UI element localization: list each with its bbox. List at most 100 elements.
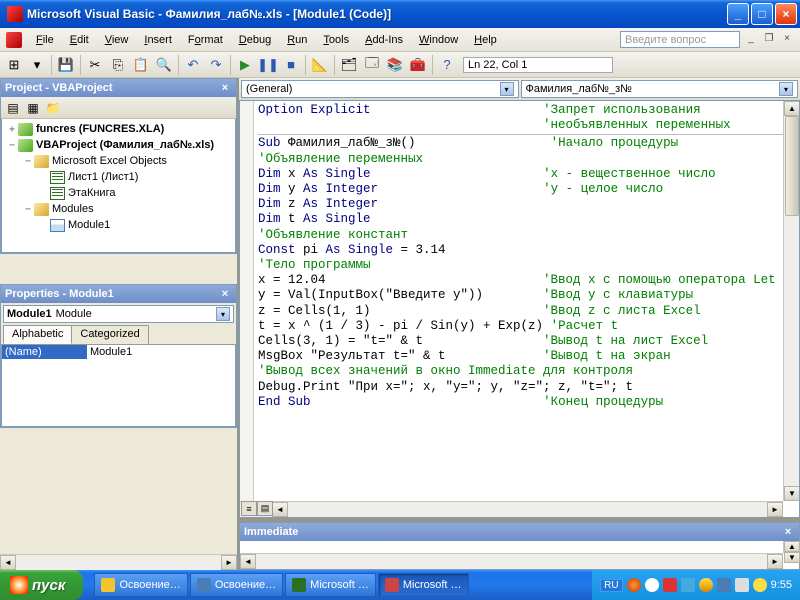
- cut-button[interactable]: ✂: [84, 54, 106, 76]
- code-line[interactable]: 'необъявленных переменных: [258, 118, 799, 133]
- menu-run[interactable]: Run: [279, 32, 315, 48]
- scroll-right-button[interactable]: ►: [221, 555, 237, 570]
- menu-format[interactable]: Format: [180, 32, 231, 48]
- menu-addins[interactable]: Add-Ins: [357, 32, 411, 48]
- paste-button[interactable]: 📋: [130, 54, 152, 76]
- minimize-button[interactable]: _: [727, 3, 749, 25]
- tree-node-vbaproject[interactable]: −VBAProject (Фамилия_лаб№.xls): [2, 137, 235, 153]
- code-line[interactable]: x = 12.04 'Ввод x с помощью оператора Le…: [258, 273, 799, 288]
- code-line[interactable]: Const pi As Single = 3.14: [258, 243, 799, 258]
- help-button[interactable]: ?: [436, 54, 458, 76]
- immediate-body[interactable]: ▲▼ ◄►: [240, 541, 799, 569]
- object-combobox[interactable]: (General) ▾: [241, 80, 519, 98]
- full-module-view-button[interactable]: ▤: [257, 501, 273, 516]
- reset-button[interactable]: ■: [280, 54, 302, 76]
- tray-icon[interactable]: [627, 578, 641, 592]
- menu-file[interactable]: File: [28, 32, 62, 48]
- code-line[interactable]: 'Объявление констант: [258, 228, 799, 243]
- menu-tools[interactable]: Tools: [315, 32, 357, 48]
- menu-view[interactable]: View: [97, 32, 137, 48]
- code-line[interactable]: 'Тело программы: [258, 258, 799, 273]
- code-line[interactable]: Debug.Print "При x="; x, "y="; y, "z="; …: [258, 380, 799, 395]
- menu-insert[interactable]: Insert: [136, 32, 180, 48]
- clock[interactable]: 9:55: [771, 579, 792, 591]
- taskbar-task[interactable]: Освоение…: [190, 573, 283, 597]
- tray-icon[interactable]: [645, 578, 659, 592]
- code-line[interactable]: MsgBox "Результат t=" & t 'Вывод t на эк…: [258, 349, 799, 364]
- undo-button[interactable]: ↶: [182, 54, 204, 76]
- properties-button[interactable]: 🗔: [361, 54, 383, 76]
- save-button[interactable]: 💾: [55, 54, 77, 76]
- tree-node-modules[interactable]: −Modules: [2, 201, 235, 217]
- project-explorer-button[interactable]: 🗂: [338, 54, 360, 76]
- tree-node-funcres[interactable]: +funcres (FUNCRES.XLA): [2, 121, 235, 137]
- code-line[interactable]: Dim z As Integer: [258, 197, 799, 212]
- code-line[interactable]: t = x ^ (1 / 3) - pi / Sin(y) + Exp(z) '…: [258, 319, 799, 334]
- taskbar-task-active[interactable]: Microsoft …: [378, 573, 469, 597]
- view-excel-button[interactable]: ⊞: [3, 54, 25, 76]
- project-panel-title[interactable]: Project - VBAProject ×: [1, 79, 236, 97]
- code-line[interactable]: 'Объявление переменных: [258, 152, 799, 167]
- mdi-minimize-button[interactable]: _: [744, 33, 758, 47]
- run-button[interactable]: ▶: [234, 54, 256, 76]
- procedure-view-button[interactable]: ≡: [241, 501, 257, 516]
- dropdown-icon[interactable]: ▾: [216, 307, 230, 321]
- code-line[interactable]: Sub Фамилия_лаб№_з№() 'Начало процедуры: [258, 136, 799, 151]
- tree-node-excel-objects[interactable]: −Microsoft Excel Objects: [2, 153, 235, 169]
- immediate-title[interactable]: Immediate ×: [240, 523, 799, 541]
- tab-categorized[interactable]: Categorized: [71, 325, 148, 344]
- break-button[interactable]: ❚❚: [257, 54, 279, 76]
- code-line[interactable]: 'Вывод всех значений в окно Immediate дл…: [258, 364, 799, 379]
- tray-icon[interactable]: [717, 578, 731, 592]
- start-button[interactable]: пуск: [0, 570, 83, 600]
- code-line[interactable]: Option Explicit 'Запрет использования: [258, 103, 799, 118]
- tray-icon[interactable]: [753, 578, 767, 592]
- code-line[interactable]: Cells(3, 1) = "t=" & t 'Вывод t на лист …: [258, 334, 799, 349]
- immediate-vscroll[interactable]: ▲▼: [783, 541, 799, 553]
- procedure-combobox[interactable]: Фамилия_лаб№_з№ ▾: [521, 80, 799, 98]
- taskbar-task[interactable]: Microsoft …: [285, 573, 376, 597]
- language-indicator[interactable]: RU: [600, 579, 622, 592]
- object-browser-button[interactable]: 📚: [384, 54, 406, 76]
- immediate-hscroll[interactable]: ◄►: [240, 553, 783, 569]
- menu-edit[interactable]: Edit: [62, 32, 97, 48]
- toolbox-button[interactable]: 🧰: [407, 54, 429, 76]
- mdi-restore-button[interactable]: ❐: [762, 33, 776, 47]
- properties-panel-close-button[interactable]: ×: [218, 287, 232, 301]
- insert-dropdown-button[interactable]: ▾: [26, 54, 48, 76]
- tray-icon[interactable]: [681, 578, 695, 592]
- tab-alphabetic[interactable]: Alphabetic: [3, 325, 72, 344]
- taskbar-task[interactable]: Освоение…: [94, 573, 187, 597]
- code-line[interactable]: Dim t As Single: [258, 212, 799, 227]
- copy-button[interactable]: ⎘: [107, 54, 129, 76]
- design-mode-button[interactable]: 📐: [309, 54, 331, 76]
- code-line[interactable]: Dim x As Single 'x - вещественное число: [258, 167, 799, 182]
- dropdown-icon[interactable]: ▾: [779, 82, 793, 96]
- menu-debug[interactable]: Debug: [231, 32, 279, 48]
- view-object-button[interactable]: ▦: [23, 99, 43, 117]
- menu-help[interactable]: Help: [466, 32, 505, 48]
- mdi-close-button[interactable]: ×: [780, 33, 794, 47]
- tree-node-module1[interactable]: Module1: [2, 217, 235, 233]
- view-code-button[interactable]: ▤: [3, 99, 23, 117]
- tree-node-sheet1[interactable]: Лист1 (Лист1): [2, 169, 235, 185]
- properties-panel-title[interactable]: Properties - Module1 ×: [1, 285, 236, 303]
- properties-grid[interactable]: (Name) Module1: [1, 345, 236, 427]
- dropdown-icon[interactable]: ▾: [500, 82, 514, 96]
- tray-icon[interactable]: [663, 578, 677, 592]
- immediate-close-button[interactable]: ×: [781, 525, 795, 539]
- help-search-input[interactable]: [620, 31, 740, 48]
- code-editor[interactable]: Option Explicit 'Запрет использования 'н…: [239, 100, 800, 518]
- property-row-name[interactable]: (Name) Module1: [2, 345, 235, 359]
- redo-button[interactable]: ↷: [205, 54, 227, 76]
- code-vertical-scrollbar[interactable]: ▲▼: [783, 101, 799, 501]
- code-line[interactable]: z = Cells(1, 1) 'Ввод z с листа Excel: [258, 304, 799, 319]
- tray-icon[interactable]: [735, 578, 749, 592]
- project-tree[interactable]: +funcres (FUNCRES.XLA) −VBAProject (Фами…: [1, 119, 236, 253]
- menu-window[interactable]: Window: [411, 32, 466, 48]
- maximize-button[interactable]: □: [751, 3, 773, 25]
- toggle-folders-button[interactable]: 📁: [43, 99, 63, 117]
- code-horizontal-scrollbar[interactable]: ≡▤ ◄►: [240, 501, 783, 517]
- close-button[interactable]: ×: [775, 3, 797, 25]
- code-line[interactable]: Dim y As Integer 'y - целое число: [258, 182, 799, 197]
